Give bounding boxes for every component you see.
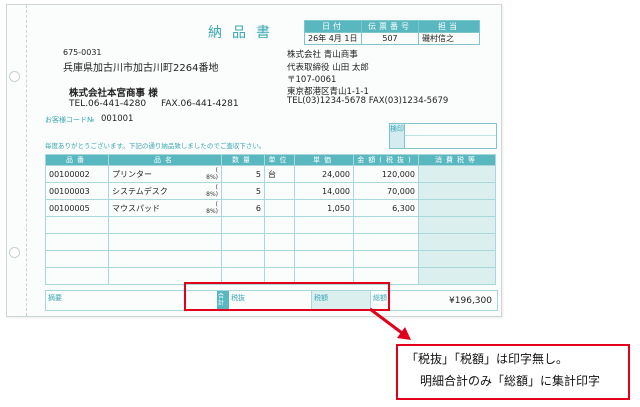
callout-box: 「税抜」「税額」は印字無し。 明細合計のみ「総額」に集計印字 — [396, 344, 630, 400]
callout-line-2: 明細合計のみ「総額」に集計印字 — [420, 374, 601, 388]
callout-line-1: 「税抜」「税額」は印字無し。 — [406, 352, 569, 366]
